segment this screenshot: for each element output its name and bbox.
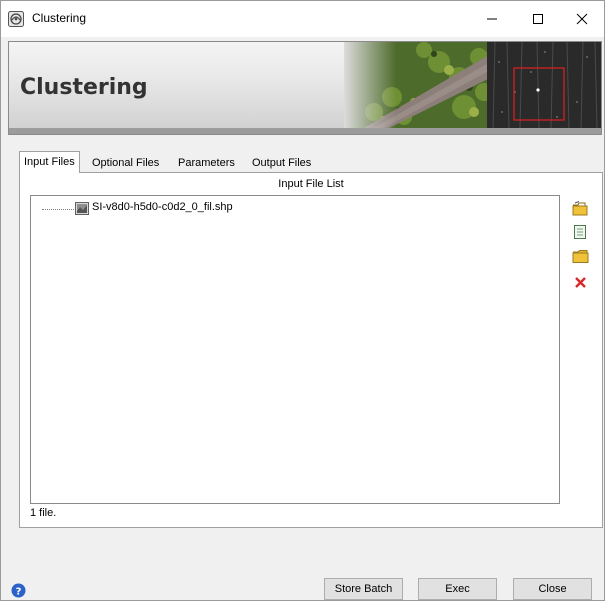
title-bar[interactable]: Clustering xyxy=(1,1,604,37)
delete-file-button[interactable] xyxy=(571,273,589,291)
store-batch-button[interactable]: Store Batch xyxy=(324,578,403,600)
tab-parameters[interactable]: Parameters xyxy=(173,153,240,173)
svg-text:?: ? xyxy=(16,587,22,598)
input-file-list[interactable]: SI-v8d0-h5d0-c0d2_0_fil.shp xyxy=(30,195,560,504)
satellite-image xyxy=(487,42,601,128)
maximize-button[interactable] xyxy=(516,1,560,37)
new-file-icon xyxy=(574,225,586,239)
minimize-button[interactable] xyxy=(470,1,514,37)
delete-icon xyxy=(574,276,586,288)
help-icon[interactable]: ? xyxy=(11,583,26,598)
tab-output-files[interactable]: Output Files xyxy=(247,153,316,173)
close-button[interactable]: Close xyxy=(513,578,592,600)
close-icon xyxy=(576,13,588,25)
shapefile-icon xyxy=(75,202,89,215)
close-window-button[interactable] xyxy=(560,1,604,37)
input-file-list-title: Input File List xyxy=(278,178,344,190)
file-name: SI-v8d0-h5d0-c0d2_0_fil.shp xyxy=(92,201,233,213)
clustering-window: Clustering Clustering Input Files Option… xyxy=(0,0,605,601)
open-folder-icon xyxy=(572,200,587,215)
header-banner: Clustering xyxy=(8,41,602,135)
minimize-icon xyxy=(487,18,497,20)
open-folder-button[interactable] xyxy=(571,199,589,217)
banner-title: Clustering xyxy=(20,75,148,100)
aerial-photo-image xyxy=(344,42,494,128)
folder-icon xyxy=(572,249,588,263)
input-files-panel: Input File List SI-v8d0-h5d0-c0d2_0_fil.… xyxy=(19,172,603,528)
banner-divider xyxy=(9,128,601,134)
tab-input-files[interactable]: Input Files xyxy=(19,151,80,173)
app-icon xyxy=(8,11,24,27)
tab-optional-files[interactable]: Optional Files xyxy=(87,153,164,173)
file-count-status: 1 file. xyxy=(30,507,57,519)
new-file-button[interactable] xyxy=(571,223,589,241)
maximize-icon xyxy=(533,14,543,24)
tree-connector xyxy=(42,209,74,210)
exec-button[interactable]: Exec xyxy=(418,578,497,600)
folder-button[interactable] xyxy=(571,247,589,265)
window-title: Clustering xyxy=(32,11,87,25)
